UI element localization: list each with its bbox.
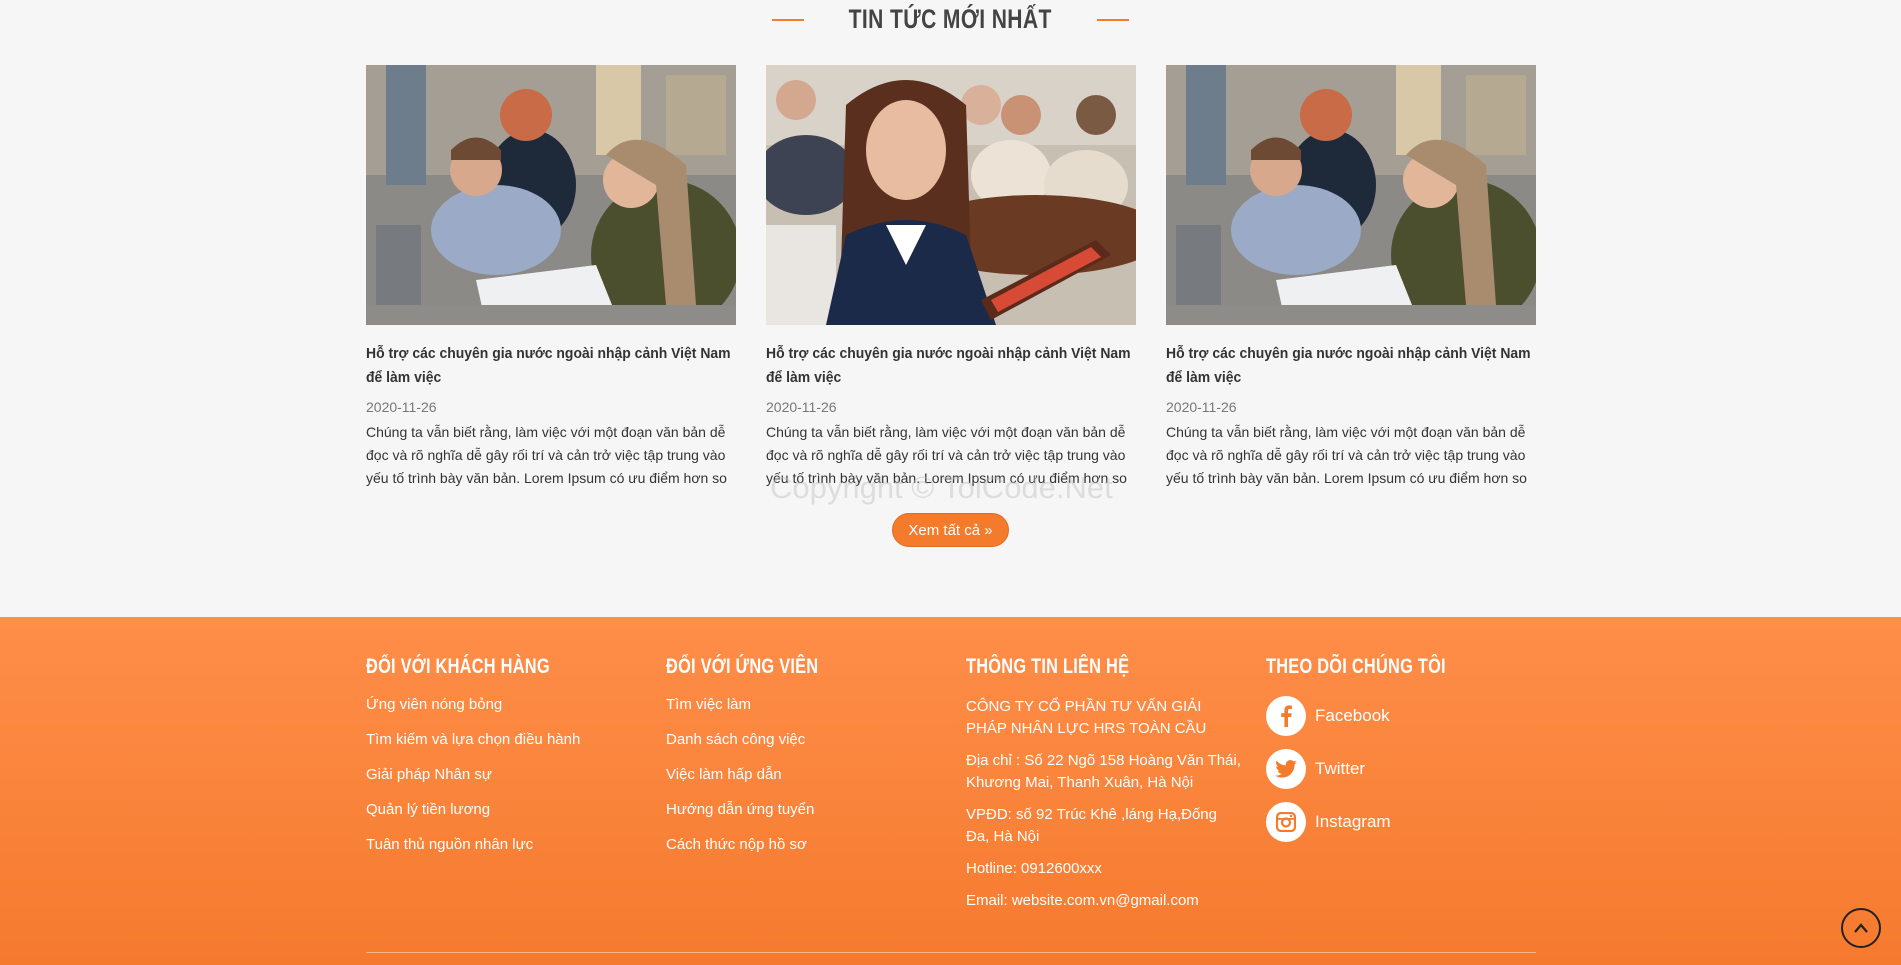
social-label[interactable]: Twitter (1315, 759, 1365, 779)
contact-hotline[interactable]: Hotline: 0912600xxx (966, 858, 1241, 880)
title-line-right (1096, 18, 1129, 21)
news-thumbnail[interactable] (766, 65, 1136, 325)
social-link-twitter[interactable]: Twitter (1266, 749, 1497, 789)
footer-link[interactable]: Tìm kiếm và lựa chọn điều hành (366, 731, 602, 749)
news-card-excerpt: Chúng ta vẫn biết rằng, làm việc với một… (1166, 424, 1527, 486)
footer-heading-follow: THEO DÕI CHÚNG TÔI (1266, 655, 1446, 678)
twitter-icon[interactable] (1266, 749, 1306, 789)
news-card-date: 2020-11-26 (766, 399, 837, 415)
footer-link[interactable]: Tuân thủ nguồn nhân lực (366, 836, 602, 854)
news-card-title[interactable]: Hỗ trợ các chuyên gia nước ngoài nhập cả… (1166, 342, 1538, 390)
contact-address: Địa chỉ : Số 22 Ngõ 158 Hoàng Văn Thái, … (966, 752, 1241, 791)
news-thumbnail[interactable] (1166, 65, 1536, 325)
more-wrap: Xem tất cả » (0, 513, 1901, 547)
footer-heading-contact: THÔNG TIN LIÊN HỆ (966, 655, 1130, 678)
footer-col-customers: ĐỐI VỚI KHÁCH HÀNG Ứng viên nóng bỏng Tì… (366, 655, 602, 871)
contact-office: VPĐD: số 92 Trúc Khê ,láng Hạ,Đống Đa, H… (966, 806, 1217, 845)
footer-link[interactable]: Ứng viên nóng bỏng (366, 696, 602, 714)
social-link-instagram[interactable]: Instagram (1266, 802, 1497, 842)
news-card-excerpt: Chúng ta vẫn biết rằng, làm việc với một… (366, 424, 727, 486)
footer-divider (366, 952, 1536, 953)
title-line-left (772, 18, 805, 21)
news-card-date: 2020-11-26 (366, 399, 437, 415)
news-card[interactable]: Hỗ trợ các chuyên gia nước ngoài nhập cả… (766, 65, 1136, 490)
news-card[interactable]: Hỗ trợ các chuyên gia nước ngoài nhập cả… (1166, 65, 1536, 490)
back-to-top-button[interactable] (1841, 908, 1881, 948)
news-card-date: 2020-11-26 (1166, 399, 1237, 415)
news-card-title[interactable]: Hỗ trợ các chuyên gia nước ngoài nhập cả… (766, 342, 1138, 390)
contact-company: CÔNG TY CỔ PHẦN TƯ VẤN GIẢI PHÁP NHÂN LỰ… (966, 698, 1207, 737)
news-title: TIN TỨC MỚI NHẤT (848, 4, 1053, 34)
footer-link[interactable]: Hướng dẫn ứng tuyển (666, 801, 861, 819)
news-section: TIN TỨC MỚI NHẤT Hỗ trợ các chuyên gia n… (0, 0, 1901, 617)
footer-col-candidates: ĐỐI VỚI ỨNG VIÊN Tìm việc làm Danh sách … (666, 655, 861, 871)
news-card[interactable]: Hỗ trợ các chuyên gia nước ngoài nhập cả… (366, 65, 736, 490)
section-title: TIN TỨC MỚI NHẤT (0, 4, 1901, 35)
footer-link[interactable]: Danh sách công việc (666, 731, 861, 749)
social-link-facebook[interactable]: Facebook (1266, 696, 1497, 736)
news-thumbnail[interactable] (366, 65, 736, 325)
watermark: Copyright © ToiCode.Net (770, 470, 1113, 505)
footer-heading-customers: ĐỐI VỚI KHÁCH HÀNG (366, 655, 550, 678)
footer-link[interactable]: Tìm việc làm (666, 696, 861, 714)
footer-col-contact: THÔNG TIN LIÊN HỆ CÔNG TY CỔ PHẦN TƯ VẤN… (966, 655, 1241, 922)
footer-link[interactable]: Giải pháp Nhân sự (366, 766, 602, 784)
footer-link[interactable]: Cách thức nộp hồ sơ (666, 836, 861, 854)
chevron-up-icon (1854, 923, 1868, 933)
news-cards: Hỗ trợ các chuyên gia nước ngoài nhập cả… (366, 65, 1536, 490)
footer-col-follow: THEO DÕI CHÚNG TÔI Facebook Twitter Inst… (1266, 655, 1497, 855)
contact-email[interactable]: Email: website.com.vn@gmail.com (966, 890, 1241, 912)
view-all-button[interactable]: Xem tất cả » (892, 513, 1009, 547)
facebook-icon[interactable] (1266, 696, 1306, 736)
footer-link[interactable]: Quản lý tiền lương (366, 801, 602, 819)
footer-link[interactable]: Việc làm hấp dẫn (666, 766, 861, 784)
instagram-icon[interactable] (1266, 802, 1306, 842)
news-card-title[interactable]: Hỗ trợ các chuyên gia nước ngoài nhập cả… (366, 342, 738, 390)
social-label[interactable]: Instagram (1315, 812, 1391, 832)
footer: ĐỐI VỚI KHÁCH HÀNG Ứng viên nóng bỏng Tì… (0, 617, 1901, 965)
footer-heading-candidates: ĐỐI VỚI ỨNG VIÊN (666, 655, 819, 678)
social-label[interactable]: Facebook (1315, 706, 1390, 726)
